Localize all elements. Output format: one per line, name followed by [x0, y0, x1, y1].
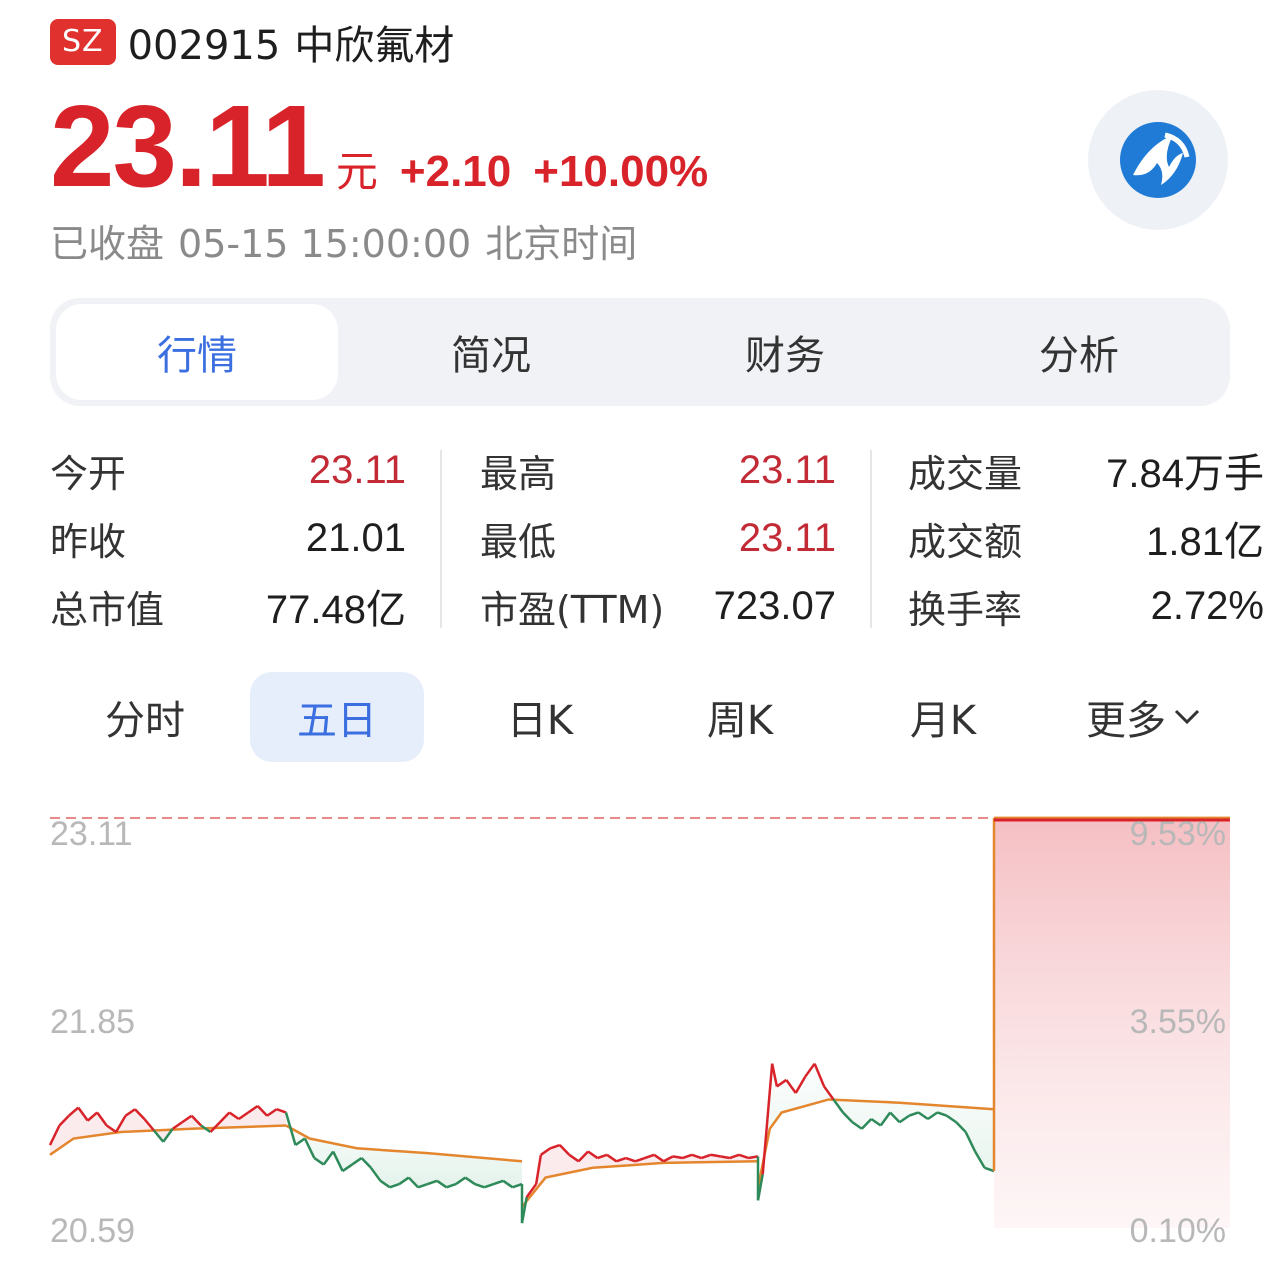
stock-title: 002915 中欣氟材: [128, 13, 455, 71]
tab-finance[interactable]: 财务: [644, 304, 926, 400]
tab-label: 分析: [1039, 333, 1119, 379]
price-area-fill: [286, 1112, 522, 1188]
chevron-down-icon: [1174, 709, 1200, 725]
stat-open: 今开 23.11: [50, 440, 406, 500]
price-change: +2.10: [399, 147, 512, 196]
price-row: 23.11 元 +2.10 +10.00%: [50, 88, 708, 204]
stats-column-2: 最高 23.11 最低 23.11 市盈(TTM) 723.07: [480, 440, 836, 640]
stock-code: 002915: [127, 23, 281, 69]
price-unit: 元: [335, 147, 378, 196]
stock-name: 中欣氟材: [294, 23, 455, 69]
stat-label: 换手率: [908, 587, 1023, 632]
stat-label: 总市值: [50, 587, 165, 632]
stats-divider: [870, 450, 872, 628]
main-tabs: 行情 简况 财务 分析: [50, 298, 1230, 406]
tab-profile[interactable]: 简况: [350, 304, 632, 400]
market-badge: SZ: [50, 19, 116, 65]
stat-high: 最高 23.11: [480, 440, 836, 500]
period-label: 五日: [297, 698, 377, 744]
stat-market-cap: 总市值 77.48亿: [50, 576, 406, 636]
stat-value: 21.01: [305, 515, 406, 560]
period-more-dropdown[interactable]: 更多: [1060, 672, 1230, 762]
stat-prev-close: 昨收 21.01: [50, 508, 406, 568]
period-label: 周K: [706, 698, 774, 744]
y-tick-label-right: 0.10%: [1130, 1212, 1226, 1250]
y-tick-label-right: 3.55%: [1130, 1003, 1226, 1041]
period-monthly-k[interactable]: 月K: [858, 672, 1028, 762]
y-tick-label-left: 20.59: [50, 1212, 135, 1250]
tab-label: 简况: [451, 333, 531, 379]
stats-column-1: 今开 23.11 昨收 21.01 总市值 77.48亿: [50, 440, 406, 640]
y-tick-label-right: 9.53%: [1130, 815, 1226, 853]
market-status: 已收盘 05-15 15:00:00 北京时间: [50, 213, 637, 268]
status-timezone: 北京时间: [485, 222, 638, 266]
period-label: 更多: [1086, 698, 1166, 744]
status-text: 已收盘: [50, 222, 165, 266]
tab-quote[interactable]: 行情: [56, 304, 338, 400]
app-logo-icon: [1120, 122, 1196, 198]
y-tick-label-left: 23.11: [50, 815, 133, 853]
y-tick-label-left: 21.85: [50, 1003, 135, 1041]
tab-label: 财务: [745, 333, 825, 379]
app-logo-button[interactable]: [1088, 90, 1228, 230]
stats-divider: [440, 450, 442, 628]
price-line-segment: [720, 1155, 730, 1160]
stock-header: SZ 002915 中欣氟材: [50, 14, 454, 70]
stat-label: 市盈(TTM): [480, 587, 665, 632]
price-line-segment: [748, 1155, 759, 1160]
price-line-segment: [710, 1153, 721, 1158]
stat-value: 1.81亿: [1146, 520, 1264, 564]
tab-label: 行情: [157, 333, 237, 379]
stat-label: 最低: [480, 519, 557, 564]
stat-value: 7.84万手: [1106, 452, 1264, 496]
status-time: 05-15 15:00:00: [178, 222, 472, 266]
stat-turnover-rate: 换手率 2.72%: [908, 576, 1264, 636]
stat-value: 23.11: [308, 447, 406, 492]
period-five-day[interactable]: 五日: [250, 672, 424, 762]
price-change-pct: +10.00%: [533, 147, 709, 196]
current-price: 23.11: [50, 81, 326, 211]
chart-period-tabs: 分时 五日 日K 周K 月K 更多: [50, 672, 1230, 762]
stat-value: 23.11: [738, 447, 836, 492]
period-label: 日K: [506, 698, 574, 744]
price-line-segment: [672, 1155, 683, 1160]
stat-low: 最低 23.11: [480, 508, 836, 568]
period-weekly-k[interactable]: 周K: [655, 672, 825, 762]
stat-volume: 成交量 7.84万手: [908, 440, 1264, 500]
stat-value: 723.07: [713, 583, 836, 628]
period-daily-k[interactable]: 日K: [455, 672, 625, 762]
period-intraday[interactable]: 分时: [60, 672, 230, 762]
stat-pe-ttm: 市盈(TTM) 723.07: [480, 576, 836, 636]
stat-value: 77.48亿: [265, 588, 406, 632]
stat-label: 昨收: [50, 519, 127, 564]
period-label: 分时: [105, 698, 185, 744]
stat-turnover: 成交额 1.81亿: [908, 508, 1264, 568]
five-day-chart[interactable]: 23.11 21.85 20.59 9.53% 3.55% 0.10%: [0, 790, 1280, 1274]
stat-label: 今开: [50, 451, 127, 496]
stats-column-3: 成交量 7.84万手 成交额 1.81亿 换手率 2.72%: [908, 440, 1264, 640]
price-area-fill: [758, 1063, 994, 1201]
stat-label: 最高: [480, 451, 557, 496]
stat-label: 成交量: [908, 451, 1023, 496]
period-label: 月K: [909, 698, 977, 744]
stat-value: 23.11: [738, 515, 836, 560]
tab-analysis[interactable]: 分析: [938, 304, 1220, 400]
quote-stats: 今开 23.11 昨收 21.01 总市值 77.48亿 最高 23.11 最低 23.1…: [50, 440, 1264, 640]
stat-value: 2.72%: [1150, 583, 1264, 628]
stat-label: 成交额: [908, 519, 1023, 564]
